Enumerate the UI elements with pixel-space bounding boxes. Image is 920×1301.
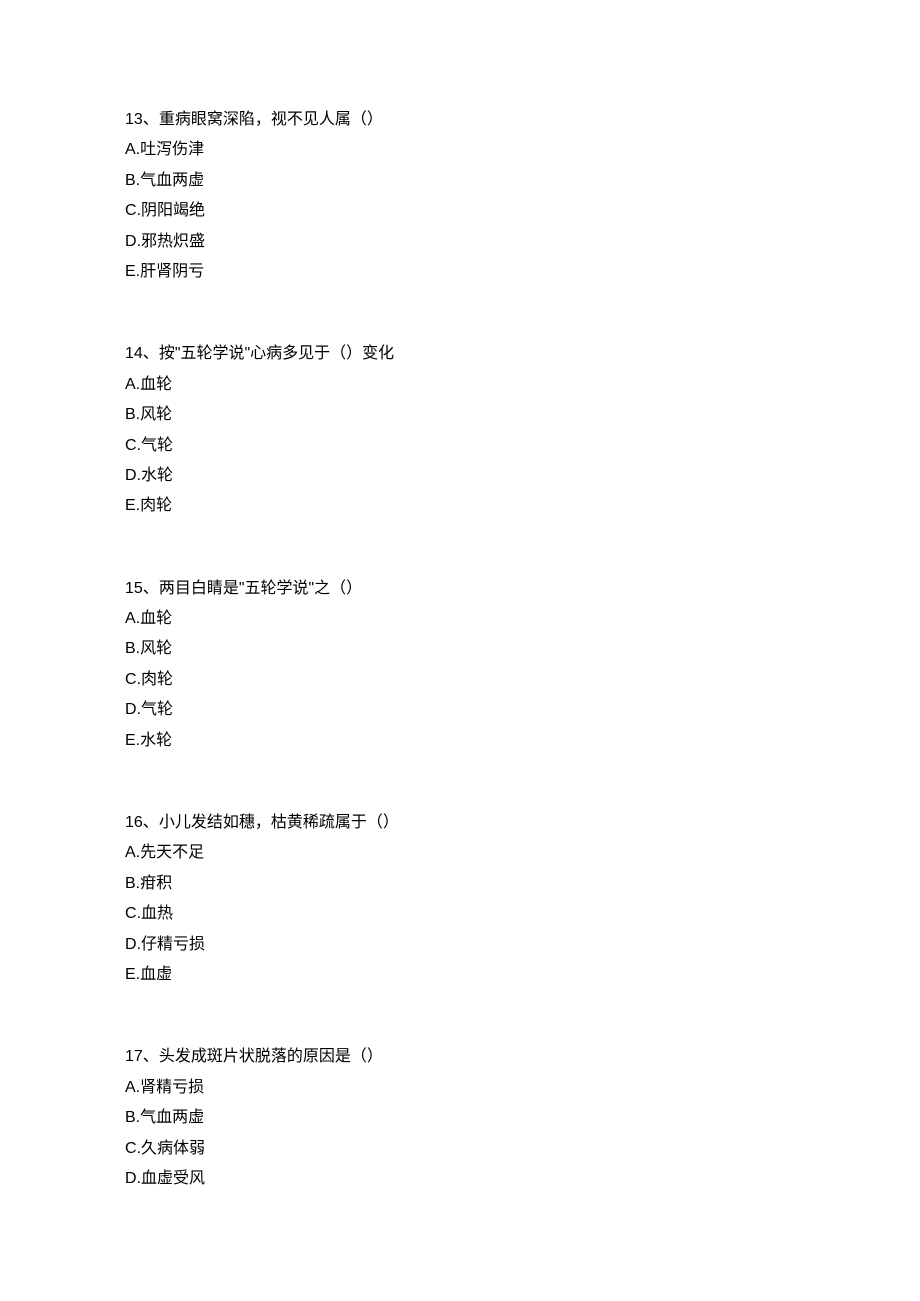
option-line: B.气血两虚 (125, 1103, 920, 1133)
option-text: 水轮 (141, 467, 173, 484)
question-stem: 按"五轮学说"心病多见于（）变化 (159, 345, 394, 362)
question-text: 14、按"五轮学说"心病多见于（）变化 (125, 339, 920, 369)
option-text: 肾精亏损 (140, 1079, 204, 1096)
option-line: D.血虚受风 (125, 1164, 920, 1194)
option-line: E.肝肾阴亏 (125, 257, 920, 287)
option-text: 肉轮 (141, 671, 173, 688)
option-text: 气轮 (141, 701, 173, 718)
option-line: E.水轮 (125, 726, 920, 756)
question-stem: 两目白睛是"五轮学说"之（） (159, 580, 362, 597)
question-number: 14 (125, 345, 143, 362)
option-line: C.久病体弱 (125, 1134, 920, 1164)
option-line: A.吐泻伤津 (125, 135, 920, 165)
option-text: 血热 (141, 905, 173, 922)
option-letter: C (125, 671, 137, 688)
option-text: 阴阳竭绝 (141, 202, 205, 219)
option-letter: B (125, 640, 136, 657)
option-line: D.气轮 (125, 695, 920, 725)
option-line: C.血热 (125, 899, 920, 929)
option-line: C.阴阳竭绝 (125, 196, 920, 226)
option-text: 肝肾阴亏 (140, 263, 204, 280)
question-block: 13、重病眼窝深陷，视不见人属（） A.吐泻伤津 B.气血两虚 C.阴阳竭绝 D… (125, 105, 920, 287)
option-line: B.风轮 (125, 400, 920, 430)
question-text: 13、重病眼窝深陷，视不见人属（） (125, 105, 920, 135)
option-text: 疳积 (140, 875, 172, 892)
option-letter: C (125, 437, 137, 454)
question-stem: 头发成斑片状脱落的原因是（） (159, 1048, 383, 1065)
question-text: 17、头发成斑片状脱落的原因是（） (125, 1042, 920, 1072)
question-number: 13 (125, 111, 143, 128)
option-text: 气血两虚 (140, 172, 204, 189)
question-stem: 小儿发结如穗，枯黄稀疏属于（） (159, 814, 399, 831)
question-block: 17、头发成斑片状脱落的原因是（） A.肾精亏损 B.气血两虚 C.久病体弱 D… (125, 1042, 920, 1194)
option-text: 血轮 (140, 376, 172, 393)
option-text: 风轮 (140, 640, 172, 657)
option-letter: B (125, 875, 136, 892)
option-letter: D (125, 233, 137, 250)
option-line: D.仔精亏损 (125, 930, 920, 960)
option-text: 久病体弱 (141, 1140, 205, 1157)
option-text: 风轮 (140, 406, 172, 423)
page-container: 13、重病眼窝深陷，视不见人属（） A.吐泻伤津 B.气血两虚 C.阴阳竭绝 D… (0, 0, 920, 1301)
option-line: D.水轮 (125, 461, 920, 491)
option-letter: D (125, 467, 137, 484)
question-number: 15 (125, 580, 143, 597)
question-text: 16、小儿发结如穗，枯黄稀疏属于（） (125, 808, 920, 838)
option-line: C.肉轮 (125, 665, 920, 695)
option-letter: E (125, 263, 136, 280)
question-number: 17 (125, 1048, 143, 1065)
option-letter: E (125, 732, 136, 749)
option-letter: A (125, 610, 136, 627)
option-letter: C (125, 202, 137, 219)
question-block: 16、小儿发结如穗，枯黄稀疏属于（） A.先天不足 B.疳积 C.血热 D.仔精… (125, 808, 920, 990)
option-letter: A (125, 844, 136, 861)
option-letter: D (125, 701, 137, 718)
option-line: A.血轮 (125, 370, 920, 400)
question-block: 14、按"五轮学说"心病多见于（）变化 A.血轮 B.风轮 C.气轮 D.水轮 … (125, 339, 920, 521)
question-text: 15、两目白睛是"五轮学说"之（） (125, 574, 920, 604)
option-text: 先天不足 (140, 844, 204, 861)
option-text: 吐泻伤津 (140, 141, 204, 158)
option-text: 血虚受风 (141, 1170, 205, 1187)
option-letter: B (125, 406, 136, 423)
question-stem: 重病眼窝深陷，视不见人属（） (159, 111, 383, 128)
option-line: E.肉轮 (125, 491, 920, 521)
option-text: 血轮 (140, 610, 172, 627)
option-letter: A (125, 1079, 136, 1096)
option-line: E.血虚 (125, 960, 920, 990)
option-text: 血虚 (140, 966, 172, 983)
option-letter: D (125, 936, 137, 953)
option-line: A.先天不足 (125, 838, 920, 868)
option-text: 气轮 (141, 437, 173, 454)
option-line: D.邪热炽盛 (125, 227, 920, 257)
option-line: B.风轮 (125, 634, 920, 664)
option-line: C.气轮 (125, 431, 920, 461)
option-letter: E (125, 966, 136, 983)
question-number: 16 (125, 814, 143, 831)
question-block: 15、两目白睛是"五轮学说"之（） A.血轮 B.风轮 C.肉轮 D.气轮 E.… (125, 574, 920, 756)
option-text: 仔精亏损 (141, 936, 205, 953)
option-letter: D (125, 1170, 137, 1187)
option-letter: B (125, 1109, 136, 1126)
option-text: 邪热炽盛 (141, 233, 205, 250)
option-line: A.肾精亏损 (125, 1073, 920, 1103)
option-text: 肉轮 (140, 497, 172, 514)
option-letter: C (125, 905, 137, 922)
option-line: B.气血两虚 (125, 166, 920, 196)
option-letter: B (125, 172, 136, 189)
option-line: B.疳积 (125, 869, 920, 899)
option-letter: A (125, 376, 136, 393)
option-text: 气血两虚 (140, 1109, 204, 1126)
option-line: A.血轮 (125, 604, 920, 634)
option-text: 水轮 (140, 732, 172, 749)
option-letter: C (125, 1140, 137, 1157)
option-letter: A (125, 141, 136, 158)
option-letter: E (125, 497, 136, 514)
